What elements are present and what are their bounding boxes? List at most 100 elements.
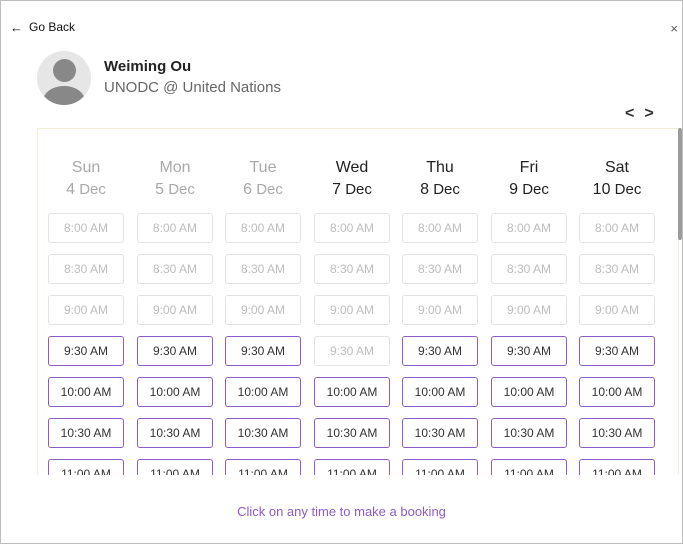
time-slot[interactable]: 9:30 AM <box>579 336 655 366</box>
day-month: Dec <box>614 181 642 198</box>
day-header: Tue 6 Dec <box>225 129 301 213</box>
time-slot: 8:00 AM <box>48 213 124 243</box>
time-slot[interactable]: 9:30 AM <box>491 336 567 366</box>
time-slot: 8:00 AM <box>137 213 213 243</box>
time-slot: 8:00 AM <box>402 213 478 243</box>
time-slot[interactable]: 10:30 AM <box>137 418 213 448</box>
time-slot: 9:00 AM <box>402 295 478 325</box>
day-date: 8 Dec <box>402 181 478 199</box>
day-month: Dec <box>345 181 372 198</box>
day-month: Dec <box>433 181 460 198</box>
day-month: Dec <box>256 181 283 198</box>
day-header: Sat 10 Dec <box>579 129 655 213</box>
day-name: Fri <box>519 159 539 176</box>
day-date: 9 Dec <box>491 181 567 199</box>
time-slot[interactable]: 10:00 AM <box>137 377 213 407</box>
profile-name: Weiming Ou <box>104 58 192 75</box>
booking-hint: Click on any time to make a booking <box>237 504 446 519</box>
day-header: Wed 7 Dec <box>314 129 390 213</box>
time-slot[interactable]: 11:00 AM <box>402 459 478 475</box>
day-month: Dec <box>522 181 549 198</box>
scrollbar[interactable] <box>678 128 682 240</box>
time-slot[interactable]: 10:30 AM <box>314 418 390 448</box>
week-nav: < > <box>625 105 654 123</box>
time-slot[interactable]: 11:00 AM <box>579 459 655 475</box>
time-slot[interactable]: 9:30 AM <box>137 336 213 366</box>
day-number: 4 <box>66 181 76 198</box>
day-name: Sun <box>71 159 101 176</box>
avatar-head <box>53 59 76 82</box>
time-slot: 8:30 AM <box>48 254 124 284</box>
avatar-shoulders <box>43 86 85 105</box>
day-name: Mon <box>159 159 191 176</box>
go-back-button[interactable]: ← Go Back <box>10 20 75 34</box>
close-icon[interactable]: × <box>670 21 678 36</box>
day-number: 6 <box>243 181 253 198</box>
day-header: Sun 4 Dec <box>48 129 124 213</box>
time-slot: 9:00 AM <box>314 295 390 325</box>
time-slot: 9:30 AM <box>314 336 390 366</box>
time-slot: 8:30 AM <box>137 254 213 284</box>
arrow-left-icon: ← <box>10 19 23 35</box>
day-header: Fri 9 Dec <box>491 129 567 213</box>
day-name: Thu <box>426 159 454 176</box>
day-date: 10 Dec <box>579 181 655 199</box>
avatar <box>37 51 91 105</box>
day-name: Sat <box>604 159 629 176</box>
time-slot[interactable]: 10:00 AM <box>314 377 390 407</box>
time-slot[interactable]: 9:30 AM <box>48 336 124 366</box>
day-date: 7 Dec <box>314 181 390 199</box>
chevron-left-icon[interactable]: < <box>625 105 634 123</box>
time-slot: 8:00 AM <box>314 213 390 243</box>
time-slot[interactable]: 11:00 AM <box>314 459 390 475</box>
day-number: 10 <box>592 181 611 198</box>
time-slot[interactable]: 11:00 AM <box>137 459 213 475</box>
time-slot: 8:00 AM <box>225 213 301 243</box>
time-slot: 9:00 AM <box>579 295 655 325</box>
day-name: Tue <box>249 159 277 176</box>
day-month: Dec <box>79 181 106 198</box>
time-slot: 8:30 AM <box>314 254 390 284</box>
time-slot[interactable]: 10:00 AM <box>48 377 124 407</box>
day-date: 5 Dec <box>137 181 213 199</box>
day-number: 7 <box>332 181 342 198</box>
time-slot: 9:00 AM <box>225 295 301 325</box>
time-slot: 9:00 AM <box>137 295 213 325</box>
time-slot[interactable]: 10:30 AM <box>225 418 301 448</box>
time-slot: 8:30 AM <box>491 254 567 284</box>
day-month: Dec <box>168 181 195 198</box>
time-slot[interactable]: 10:30 AM <box>491 418 567 448</box>
day-date: 6 Dec <box>225 181 301 199</box>
time-slot[interactable]: 10:30 AM <box>402 418 478 448</box>
day-header: Thu 8 Dec <box>402 129 478 213</box>
time-slot[interactable]: 11:00 AM <box>491 459 567 475</box>
time-slot[interactable]: 10:30 AM <box>48 418 124 448</box>
time-slot: 8:30 AM <box>225 254 301 284</box>
time-slot[interactable]: 10:00 AM <box>491 377 567 407</box>
day-column-fri: Fri 9 Dec 8:00 AM 8:30 AM 9:00 AM 9:30 AM 10:0… <box>491 129 567 475</box>
time-slot[interactable]: 11:00 AM <box>225 459 301 475</box>
time-slot[interactable]: 10:00 AM <box>579 377 655 407</box>
time-slot[interactable]: 10:00 AM <box>225 377 301 407</box>
day-header: Mon 5 Dec <box>137 129 213 213</box>
time-slot: 8:00 AM <box>579 213 655 243</box>
day-column-sun: Sun 4 Dec 8:00 AM 8:30 AM 9:00 AM 9:30 AM 10:0… <box>48 129 124 475</box>
profile-org: UNODC @ United Nations <box>104 79 281 96</box>
time-slot[interactable]: 10:00 AM <box>402 377 478 407</box>
booking-modal: ← Go Back × Weiming Ou UNODC @ United Na… <box>0 0 683 544</box>
time-slot[interactable]: 9:30 AM <box>225 336 301 366</box>
day-column-mon: Mon 5 Dec 8:00 AM 8:30 AM 9:00 AM 9:30 AM 10:0… <box>137 129 213 475</box>
chevron-right-icon[interactable]: > <box>644 105 653 123</box>
day-number: 9 <box>509 181 519 198</box>
time-slot: 8:30 AM <box>579 254 655 284</box>
day-column-tue: Tue 6 Dec 8:00 AM 8:30 AM 9:00 AM 9:30 AM 10:0… <box>225 129 301 475</box>
time-slot[interactable]: 10:30 AM <box>579 418 655 448</box>
day-column-wed: Wed 7 Dec 8:00 AM 8:30 AM 9:00 AM 9:30 AM 10:0… <box>314 129 390 475</box>
day-column-sat: Sat 10 Dec 8:00 AM 8:30 AM 9:00 AM 9:30 AM 10:… <box>579 129 655 475</box>
time-slot[interactable]: 11:00 AM <box>48 459 124 475</box>
day-column-thu: Thu 8 Dec 8:00 AM 8:30 AM 9:00 AM 9:30 AM 10:0… <box>402 129 478 475</box>
time-slot: 8:30 AM <box>402 254 478 284</box>
day-name: Wed <box>335 159 369 176</box>
time-slot[interactable]: 9:30 AM <box>402 336 478 366</box>
day-number: 8 <box>420 181 430 198</box>
